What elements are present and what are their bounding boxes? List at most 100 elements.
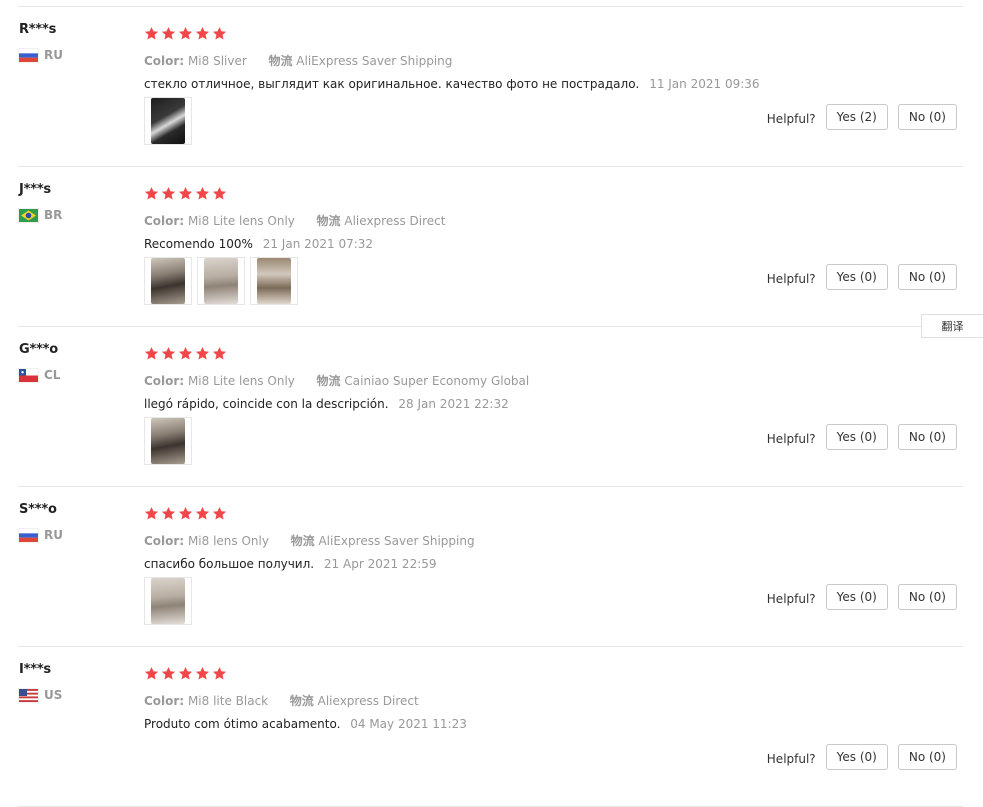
shipping-value: Aliexpress Direct bbox=[317, 694, 419, 708]
review-attributes: Color: Mi8 lite Black 物流 Aliexpress Dire… bbox=[144, 692, 419, 709]
review-text: llegó rápido, coincide con la descripció… bbox=[144, 397, 509, 411]
star-icon bbox=[195, 26, 210, 41]
helpful-no-button[interactable]: No (0) bbox=[897, 104, 957, 130]
shipping-label: 物流 bbox=[290, 534, 315, 548]
translate-button[interactable]: 翻译 bbox=[921, 314, 983, 338]
star-icon bbox=[144, 346, 159, 361]
review-photos bbox=[144, 577, 192, 625]
helpful-vote: Helpful? Yes (0) No (0) bbox=[767, 744, 957, 770]
shipping-label: 物流 bbox=[268, 54, 293, 68]
reviewer-name: J***s bbox=[19, 182, 51, 197]
reviewer-country: RU bbox=[19, 47, 63, 63]
review-item: R***s RU Color: Mi8 Sliver 物流 AliExpress… bbox=[0, 7, 983, 167]
star-rating bbox=[144, 186, 227, 201]
review-body: стекло отличное, выглядит как оригинальн… bbox=[144, 77, 640, 91]
star-icon bbox=[144, 26, 159, 41]
reviewer-country: CL bbox=[19, 367, 60, 383]
star-icon bbox=[178, 666, 193, 681]
star-icon bbox=[144, 186, 159, 201]
helpful-vote: Helpful? Yes (2) No (0) bbox=[767, 104, 957, 130]
review-photo-thumbnail[interactable] bbox=[144, 417, 192, 465]
star-icon bbox=[195, 346, 210, 361]
star-icon bbox=[195, 186, 210, 201]
helpful-vote: Helpful? Yes (0) No (0) bbox=[767, 264, 957, 290]
color-label: Color: bbox=[144, 534, 185, 548]
review-body: llegó rápido, coincide con la descripció… bbox=[144, 397, 389, 411]
star-icon bbox=[212, 346, 227, 361]
star-icon bbox=[144, 666, 159, 681]
review-text: Produto com ótimo acabamento. 04 May 202… bbox=[144, 717, 467, 731]
star-rating bbox=[144, 666, 227, 681]
photo-image bbox=[151, 98, 185, 144]
country-code: RU bbox=[44, 528, 63, 542]
helpful-yes-button[interactable]: Yes (2) bbox=[825, 104, 888, 130]
photo-image bbox=[257, 258, 291, 304]
helpful-yes-button[interactable]: Yes (0) bbox=[825, 264, 888, 290]
star-icon bbox=[212, 26, 227, 41]
helpful-yes-button[interactable]: Yes (0) bbox=[825, 744, 888, 770]
review-photo-thumbnail[interactable] bbox=[144, 577, 192, 625]
review-item: S***o RU Color: Mi8 lens Only 物流 AliExpr… bbox=[0, 487, 983, 647]
review-photo-thumbnail[interactable] bbox=[144, 257, 192, 305]
review-text: спасибо большое получил. 21 Apr 2021 22:… bbox=[144, 557, 437, 571]
helpful-label: Helpful? bbox=[766, 272, 816, 286]
reviewer-country: BR bbox=[19, 207, 62, 223]
star-rating bbox=[144, 26, 227, 41]
review-attributes: Color: Mi8 Lite lens Only 物流 Aliexpress … bbox=[144, 212, 445, 229]
country-code: RU bbox=[44, 48, 63, 62]
review-item: I***s US Color: Mi8 lite Black 物流 Aliexp… bbox=[0, 647, 983, 807]
review-body: Produto com ótimo acabamento. bbox=[144, 717, 341, 731]
shipping-value: AliExpress Saver Shipping bbox=[296, 54, 453, 68]
helpful-vote: Helpful? Yes (0) No (0) bbox=[767, 424, 957, 450]
shipping-label: 物流 bbox=[316, 214, 341, 228]
helpful-no-button[interactable]: No (0) bbox=[897, 424, 957, 450]
star-icon bbox=[195, 506, 210, 521]
helpful-label: Helpful? bbox=[766, 112, 816, 126]
review-photo-thumbnail[interactable] bbox=[250, 257, 298, 305]
helpful-label: Helpful? bbox=[766, 752, 816, 766]
review-text: стекло отличное, выглядит как оригинальн… bbox=[144, 77, 760, 91]
star-icon bbox=[178, 506, 193, 521]
country-code: CL bbox=[44, 368, 61, 382]
review-date: 21 Jan 2021 07:32 bbox=[262, 237, 374, 251]
star-icon bbox=[161, 666, 176, 681]
review-photos bbox=[144, 97, 192, 145]
country-flag-icon bbox=[19, 688, 38, 702]
star-icon bbox=[161, 346, 176, 361]
country-code: BR bbox=[44, 208, 63, 222]
photo-image bbox=[151, 418, 185, 464]
review-photos bbox=[144, 257, 298, 305]
star-rating bbox=[144, 346, 227, 361]
star-icon bbox=[144, 506, 159, 521]
review-photos bbox=[144, 417, 192, 465]
review-date: 04 May 2021 11:23 bbox=[350, 717, 467, 731]
helpful-label: Helpful? bbox=[766, 592, 816, 606]
country-code: US bbox=[44, 688, 63, 702]
star-icon bbox=[212, 666, 227, 681]
photo-image bbox=[204, 258, 238, 304]
helpful-yes-button[interactable]: Yes (0) bbox=[825, 584, 888, 610]
star-icon bbox=[212, 186, 227, 201]
helpful-vote: Helpful? Yes (0) No (0) bbox=[767, 584, 957, 610]
review-text: Recomendo 100% 21 Jan 2021 07:32 bbox=[144, 237, 373, 251]
reviewer-country: US bbox=[19, 687, 62, 703]
review-item: J***s BR Color: Mi8 Lite lens Only 物流 Al… bbox=[0, 167, 983, 327]
color-value: Mi8 lens Only bbox=[187, 534, 269, 548]
review-attributes: Color: Mi8 lens Only 物流 AliExpress Saver… bbox=[144, 532, 475, 549]
helpful-yes-button[interactable]: Yes (0) bbox=[825, 424, 888, 450]
helpful-no-button[interactable]: No (0) bbox=[897, 264, 957, 290]
review-item: G***o CL Color: Mi8 Lite lens Only 物流 Ca… bbox=[0, 327, 983, 487]
review-date: 21 Apr 2021 22:59 bbox=[323, 557, 437, 571]
color-label: Color: bbox=[144, 374, 185, 388]
helpful-no-button[interactable]: No (0) bbox=[897, 744, 957, 770]
helpful-no-button[interactable]: No (0) bbox=[897, 584, 957, 610]
star-icon bbox=[178, 346, 193, 361]
review-body: Recomendo 100% bbox=[144, 237, 253, 251]
review-photo-thumbnail[interactable] bbox=[144, 97, 192, 145]
star-rating bbox=[144, 506, 227, 521]
star-icon bbox=[161, 506, 176, 521]
star-icon bbox=[212, 506, 227, 521]
country-flag-icon bbox=[19, 368, 38, 382]
color-value: Mi8 Lite lens Only bbox=[187, 214, 295, 228]
review-photo-thumbnail[interactable] bbox=[197, 257, 245, 305]
